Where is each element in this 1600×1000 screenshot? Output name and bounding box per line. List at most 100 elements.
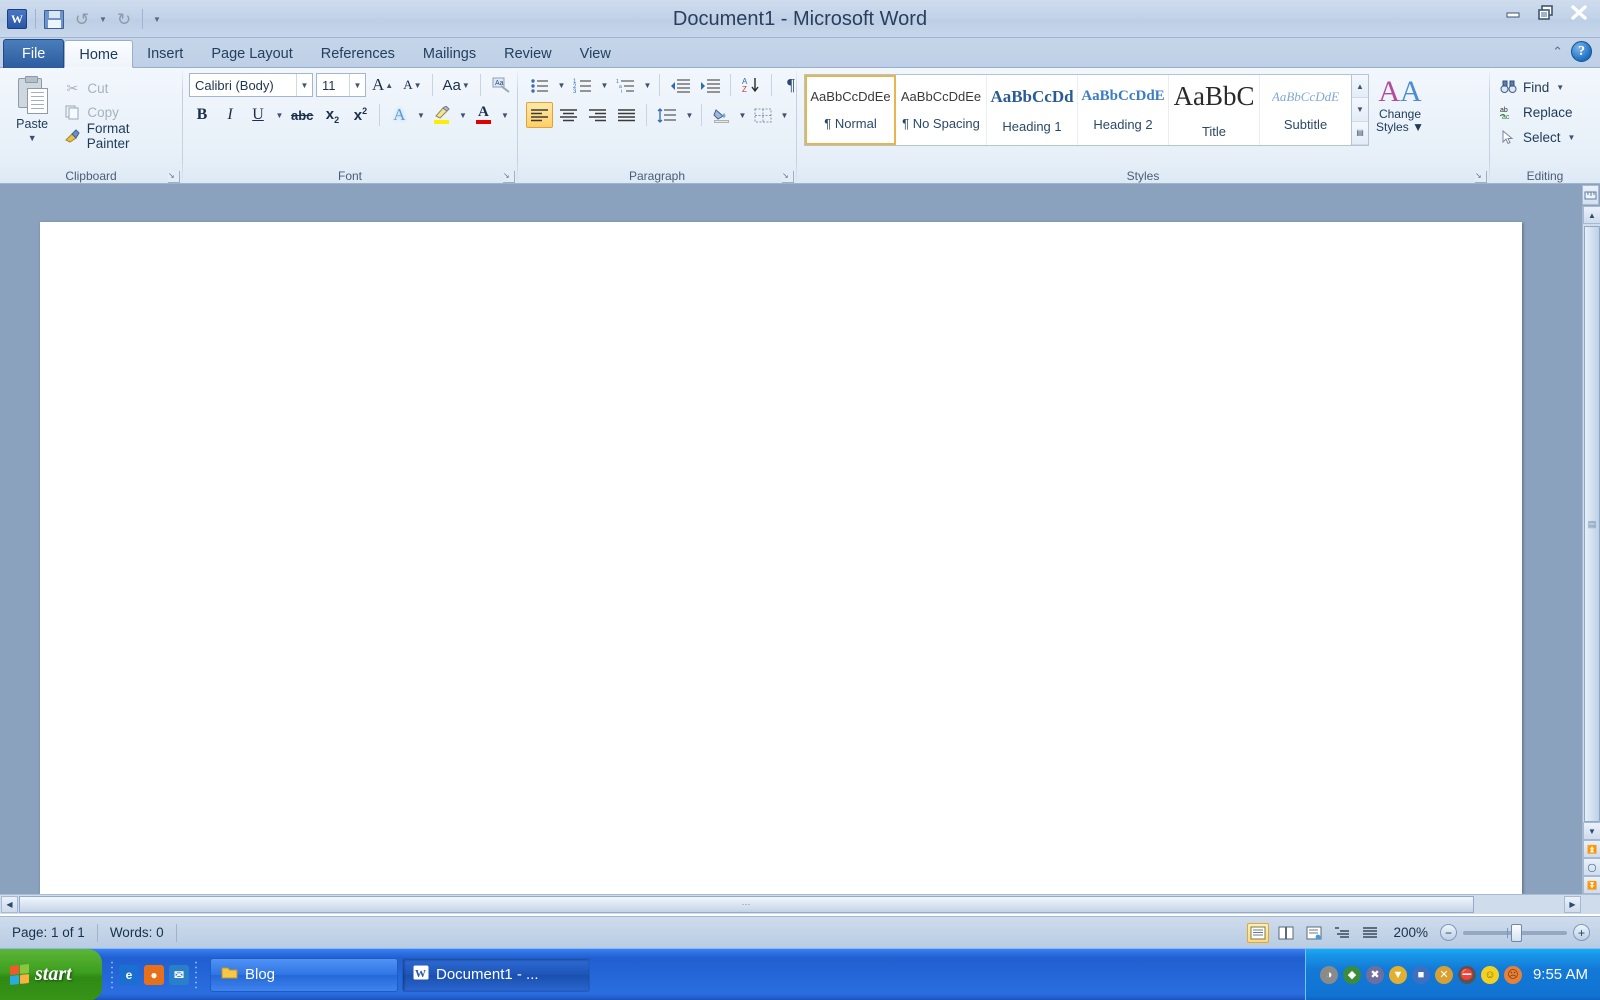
outline-view-button[interactable] <box>1331 923 1353 943</box>
align-left-button[interactable] <box>526 102 553 128</box>
word-logo-button[interactable]: W <box>4 6 30 32</box>
font-size-combobox[interactable]: 11 ▼ <box>316 73 366 97</box>
tray-icon-4[interactable]: ▼ <box>1388 965 1407 984</box>
strikethrough-button[interactable]: abc <box>287 102 317 128</box>
borders-dropdown[interactable]: ▼ <box>778 102 790 128</box>
tab-home[interactable]: Home <box>64 40 134 68</box>
word-count-status[interactable]: Words: 0 <box>98 922 176 944</box>
zoom-slider-thumb[interactable] <box>1511 923 1522 942</box>
customize-qat-button[interactable]: ▼ <box>148 6 166 32</box>
line-spacing-button[interactable] <box>653 102 681 128</box>
print-layout-view-button[interactable] <box>1247 922 1270 943</box>
styles-more-button[interactable]: ▤ <box>1352 121 1368 145</box>
zoom-level-label[interactable]: 200% <box>1387 925 1434 940</box>
style-item-subtitle[interactable]: AaBbCcDdE Subtitle <box>1260 75 1351 145</box>
style-item-no-spacing[interactable]: AaBbCcDdEe ¶ No Spacing <box>896 75 987 145</box>
font-name-combobox[interactable]: Calibri (Body) ▼ <box>189 73 313 97</box>
chevron-down-icon[interactable]: ▼ <box>349 74 365 96</box>
tab-mailings[interactable]: Mailings <box>409 40 490 68</box>
scroll-down-button[interactable]: ▼ <box>1583 822 1600 840</box>
redo-button[interactable]: ↻ <box>111 6 137 32</box>
multilevel-dropdown[interactable]: ▼ <box>641 72 653 98</box>
tab-review[interactable]: Review <box>490 40 566 68</box>
clear-formatting-button[interactable]: Aa <box>487 72 515 98</box>
text-effects-dropdown[interactable]: ▼ <box>414 102 426 128</box>
shading-dropdown[interactable]: ▼ <box>736 102 748 128</box>
minimize-button[interactable] <box>1498 2 1528 24</box>
full-screen-reading-view-button[interactable] <box>1275 923 1297 943</box>
help-icon[interactable]: ? <box>1571 41 1592 62</box>
bullets-button[interactable] <box>526 72 553 98</box>
subscript-button[interactable]: x2 <box>319 102 345 128</box>
style-item-title[interactable]: AaBbC Title <box>1169 75 1260 145</box>
chevron-down-icon[interactable]: ▼ <box>296 74 312 96</box>
tab-references[interactable]: References <box>307 40 409 68</box>
zoom-slider[interactable] <box>1463 923 1567 942</box>
previous-page-button[interactable]: ⏫ <box>1583 840 1600 858</box>
page-status[interactable]: Page: 1 of 1 <box>0 922 97 944</box>
close-button[interactable] <box>1564 2 1594 24</box>
numbering-button[interactable]: 123 <box>569 72 596 98</box>
decrease-indent-button[interactable] <box>666 72 694 98</box>
text-effects-button[interactable]: A <box>386 102 412 128</box>
replace-button[interactable]: ab ac Replace <box>1495 101 1579 123</box>
change-case-button[interactable]: Aa ▼ <box>439 72 474 98</box>
chevron-down-icon[interactable]: ▼ <box>1567 133 1576 142</box>
tray-icon-smile[interactable]: ☺ <box>1480 965 1499 984</box>
select-browse-object-button[interactable]: ◯ <box>1583 858 1600 876</box>
web-layout-view-button[interactable] <box>1303 923 1325 943</box>
format-painter-button[interactable]: Format Painter <box>59 121 177 151</box>
taskbar-clock[interactable]: 9:55 AM <box>1527 966 1588 983</box>
shrink-font-button[interactable]: A ▼ <box>399 72 425 98</box>
change-styles-button[interactable]: AA Change Styles ▼ <box>1369 74 1431 134</box>
horizontal-scrollbar[interactable]: ◀ ⋯ ▶ <box>0 894 1600 914</box>
internet-explorer-icon[interactable]: e <box>119 964 139 985</box>
borders-button[interactable] <box>750 102 776 128</box>
draft-view-button[interactable] <box>1359 923 1381 943</box>
tray-icon-3[interactable]: ✖ <box>1365 965 1384 984</box>
scroll-left-button[interactable]: ◀ <box>1 896 18 913</box>
quick-launch-gripper[interactable] <box>110 959 114 990</box>
underline-dropdown[interactable]: ▼ <box>273 102 285 128</box>
bold-button[interactable]: B <box>189 102 215 128</box>
align-right-button[interactable] <box>584 102 611 128</box>
justify-button[interactable] <box>613 102 640 128</box>
line-spacing-dropdown[interactable]: ▼ <box>683 102 695 128</box>
minimize-ribbon-icon[interactable]: ⌃ <box>1552 44 1563 60</box>
zoom-in-button[interactable]: + <box>1573 924 1590 941</box>
document-page[interactable] <box>40 222 1522 894</box>
numbering-dropdown[interactable]: ▼ <box>598 72 610 98</box>
paste-button[interactable]: Paste ▼ <box>5 72 59 143</box>
start-button[interactable]: start <box>0 948 102 1000</box>
clipboard-dialog-launcher[interactable] <box>168 168 180 184</box>
zoom-out-button[interactable]: − <box>1440 924 1457 941</box>
tray-icon-1[interactable]: ◑ <box>1319 965 1338 984</box>
shading-button[interactable] <box>708 102 734 128</box>
task-area-gripper[interactable] <box>194 959 198 990</box>
styles-scroll-up-button[interactable]: ▲ <box>1352 75 1368 99</box>
tray-icon-frown[interactable]: ☹ <box>1503 965 1522 984</box>
vertical-scroll-thumb[interactable]: ▤ <box>1584 226 1600 822</box>
undo-dropdown[interactable]: ▼ <box>97 6 109 32</box>
font-color-button[interactable]: A <box>470 102 496 128</box>
grow-font-button[interactable]: A ▲ <box>368 72 397 98</box>
find-button[interactable]: Find ▼ <box>1495 76 1579 98</box>
increase-indent-button[interactable] <box>696 72 724 98</box>
highlight-button[interactable] <box>428 102 454 128</box>
outlook-express-icon[interactable]: ✉ <box>169 964 189 985</box>
restore-button[interactable] <box>1531 2 1561 24</box>
superscript-button[interactable]: x2 <box>347 102 373 128</box>
style-item-heading-2[interactable]: AaBbCcDdE Heading 2 <box>1078 75 1169 145</box>
view-ruler-button[interactable] <box>1582 185 1599 205</box>
scroll-up-button[interactable]: ▲ <box>1583 206 1600 224</box>
style-item-heading-1[interactable]: AaBbCcDd Heading 1 <box>987 75 1078 145</box>
copy-button[interactable]: Copy <box>59 101 177 123</box>
cut-button[interactable]: ✂ Cut <box>59 77 177 99</box>
taskbar-item-blog[interactable]: Blog <box>210 957 398 992</box>
style-item-normal[interactable]: AaBbCcDdEe ¶ Normal <box>805 75 896 145</box>
tray-icon-7[interactable]: ⛔ <box>1457 965 1476 984</box>
styles-scroll-down-button[interactable]: ▼ <box>1352 98 1368 122</box>
underline-button[interactable]: U <box>245 102 271 128</box>
firefox-icon[interactable]: ● <box>144 964 164 985</box>
align-center-button[interactable] <box>555 102 582 128</box>
